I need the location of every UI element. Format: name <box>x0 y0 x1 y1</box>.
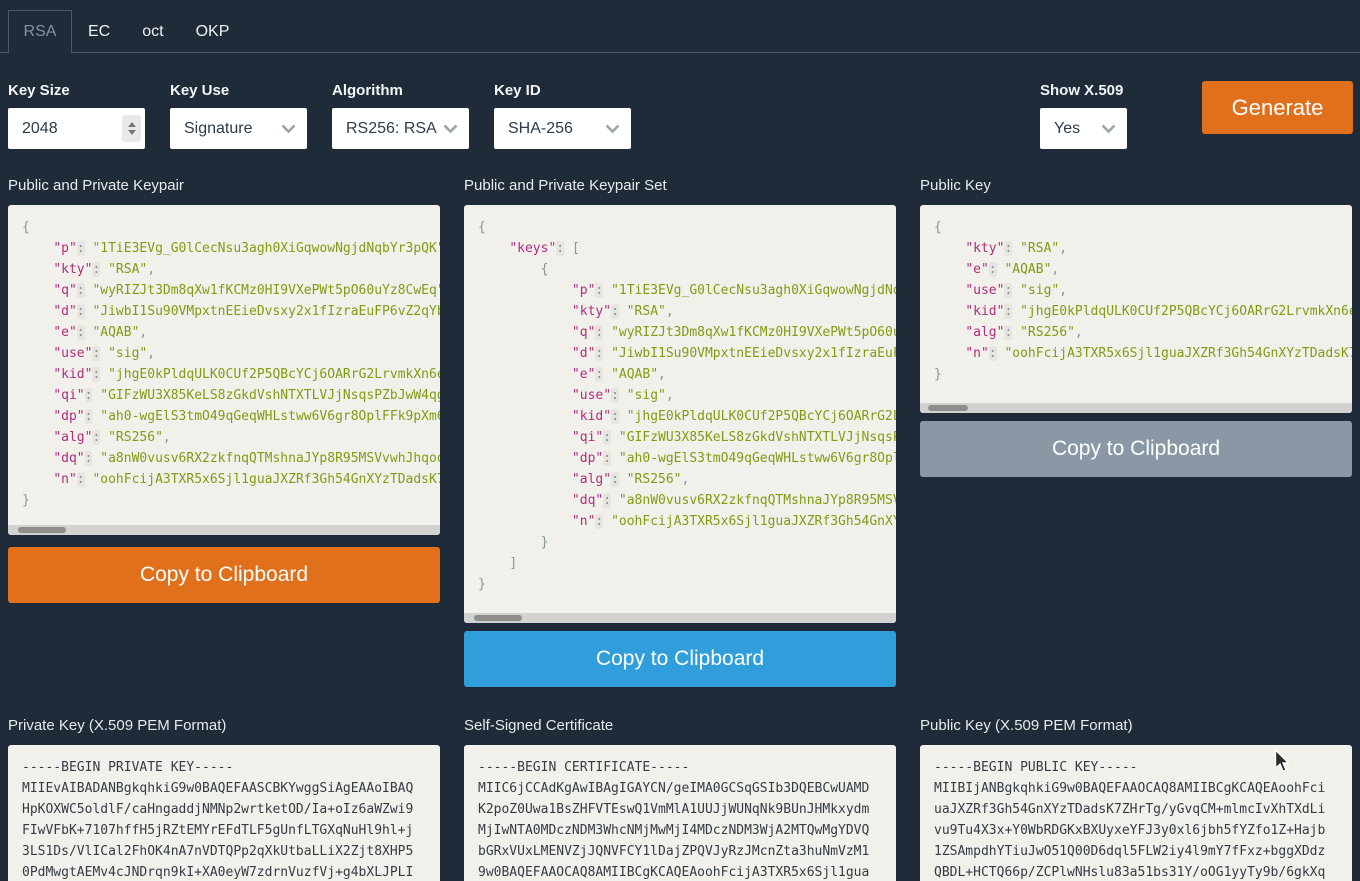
key-size-value[interactable]: 2048 <box>8 120 122 138</box>
private-key-pem-column: Private Key (X.509 PEM Format) -----BEGI… <box>8 717 440 734</box>
chevron-down-icon <box>1101 124 1116 134</box>
keypair-set-code-block: { "keys": [ { "p": "1TiE3EVg_G0lCecNsu3a… <box>464 205 896 623</box>
algorithm-select[interactable]: RS256: RSA <box>332 108 469 149</box>
tab-okp[interactable]: OKP <box>180 11 246 52</box>
certificate-column: Self-Signed Certificate -----BEGIN CERTI… <box>464 717 896 734</box>
key-id-label: Key ID <box>494 82 541 99</box>
chevron-down-icon <box>281 124 296 134</box>
horizontal-scrollbar[interactable] <box>464 613 896 623</box>
keypair-code-block: { "p": "1TiE3EVg_G0lCecNsu3agh0XiGqwowNg… <box>8 205 440 535</box>
public-key-column: Public Key { "kty": "RSA", "e": "AQAB", … <box>920 177 1352 194</box>
chevron-down-icon <box>605 124 620 134</box>
chevron-down-icon <box>443 124 458 134</box>
public-key-pem-text: -----BEGIN PUBLIC KEY-----MIIBIjANBgkqhk… <box>934 757 1325 881</box>
keypair-set-title: Public and Private Keypair Set <box>464 177 896 194</box>
certificate-text: -----BEGIN CERTIFICATE-----MIIC6jCCAdKgA… <box>478 757 869 881</box>
key-use-select[interactable]: Signature <box>170 108 307 149</box>
keypair-title: Public and Private Keypair <box>8 177 440 194</box>
scrollbar-thumb[interactable] <box>18 527 66 533</box>
generate-button[interactable]: Generate <box>1202 81 1353 134</box>
certificate-title: Self-Signed Certificate <box>464 717 896 734</box>
private-key-pem-block: -----BEGIN PRIVATE KEY-----MIIEvAIBADANB… <box>8 745 440 881</box>
scrollbar-thumb[interactable] <box>474 615 522 621</box>
algorithm-label: Algorithm <box>332 82 403 99</box>
keypair-column: Public and Private Keypair { "p": "1TiE3… <box>8 177 440 194</box>
copy-public-key-button[interactable]: Copy to Clipboard <box>920 421 1352 477</box>
private-key-pem-title: Private Key (X.509 PEM Format) <box>8 717 440 734</box>
key-size-label: Key Size <box>8 82 70 99</box>
tab-rsa[interactable]: RSA <box>8 10 72 53</box>
scrollbar-thumb[interactable] <box>928 405 968 411</box>
public-key-json: { "kty": "RSA", "e": "AQAB", "use": "sig… <box>934 217 1352 385</box>
key-size-stepper[interactable] <box>122 115 141 142</box>
stepper-down-icon[interactable] <box>128 130 136 135</box>
show-x509-value: Yes <box>1040 120 1101 138</box>
tab-oct[interactable]: oct <box>126 11 179 52</box>
public-key-code-block: { "kty": "RSA", "e": "AQAB", "use": "sig… <box>920 205 1352 413</box>
tab-ec[interactable]: EC <box>72 11 126 52</box>
key-size-input[interactable]: 2048 <box>8 108 145 149</box>
private-key-pem-text: -----BEGIN PRIVATE KEY-----MIIEvAIBADANB… <box>22 757 413 881</box>
key-use-label: Key Use <box>170 82 229 99</box>
mouse-cursor <box>1274 749 1292 780</box>
show-x509-select[interactable]: Yes <box>1040 108 1127 149</box>
key-use-value: Signature <box>170 120 281 138</box>
algorithm-value: RS256: RSA <box>332 120 443 138</box>
tab-bar: RSA EC oct OKP <box>0 0 1360 53</box>
keypair-set-json: { "keys": [ { "p": "1TiE3EVg_G0lCecNsu3a… <box>478 217 896 595</box>
copy-keypair-set-button[interactable]: Copy to Clipboard <box>464 631 896 687</box>
public-key-pem-column: Public Key (X.509 PEM Format) -----BEGIN… <box>920 717 1352 734</box>
stepper-up-icon[interactable] <box>128 122 136 127</box>
certificate-block: -----BEGIN CERTIFICATE-----MIIC6jCCAdKgA… <box>464 745 896 881</box>
show-x509-label: Show X.509 <box>1040 82 1123 99</box>
key-id-value: SHA-256 <box>494 120 605 138</box>
horizontal-scrollbar[interactable] <box>8 525 440 535</box>
key-id-select[interactable]: SHA-256 <box>494 108 631 149</box>
page: { "tabs": [ {"label": "RSA", "active": t… <box>0 0 1360 881</box>
copy-keypair-button[interactable]: Copy to Clipboard <box>8 547 440 603</box>
public-key-title: Public Key <box>920 177 1352 194</box>
keypair-set-column: Public and Private Keypair Set { "keys":… <box>464 177 896 194</box>
public-key-pem-title: Public Key (X.509 PEM Format) <box>920 717 1352 734</box>
keypair-json: { "p": "1TiE3EVg_G0lCecNsu3agh0XiGqwowNg… <box>22 217 440 511</box>
horizontal-scrollbar[interactable] <box>920 403 1352 413</box>
